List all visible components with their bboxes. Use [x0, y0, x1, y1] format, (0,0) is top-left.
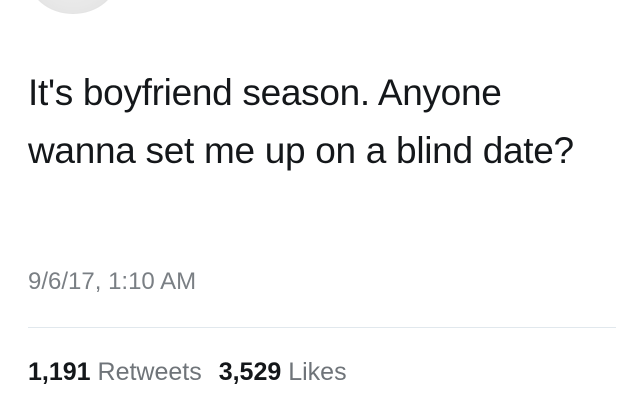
likes-count: 3,529 [218, 358, 282, 386]
avatar[interactable] [28, 0, 118, 14]
retweets-count: 1,191 [28, 358, 91, 386]
divider [28, 327, 616, 328]
likes-stat[interactable]: 3,529 Likes [219, 356, 347, 388]
tweet-timestamp[interactable]: 9/6/17, 1:10 AM [28, 266, 196, 298]
retweets-label: Retweets [97, 358, 202, 386]
likes-label: Likes [288, 358, 347, 386]
tweet-card: It's boyfriend season. Anyone wanna set … [0, 0, 640, 405]
tweet-stats: 1,191 Retweets 3,529 Likes [28, 356, 357, 388]
tweet-text: It's boyfriend season. Anyone wanna set … [28, 72, 574, 171]
retweets-stat[interactable]: 1,191 Retweets [28, 356, 202, 388]
